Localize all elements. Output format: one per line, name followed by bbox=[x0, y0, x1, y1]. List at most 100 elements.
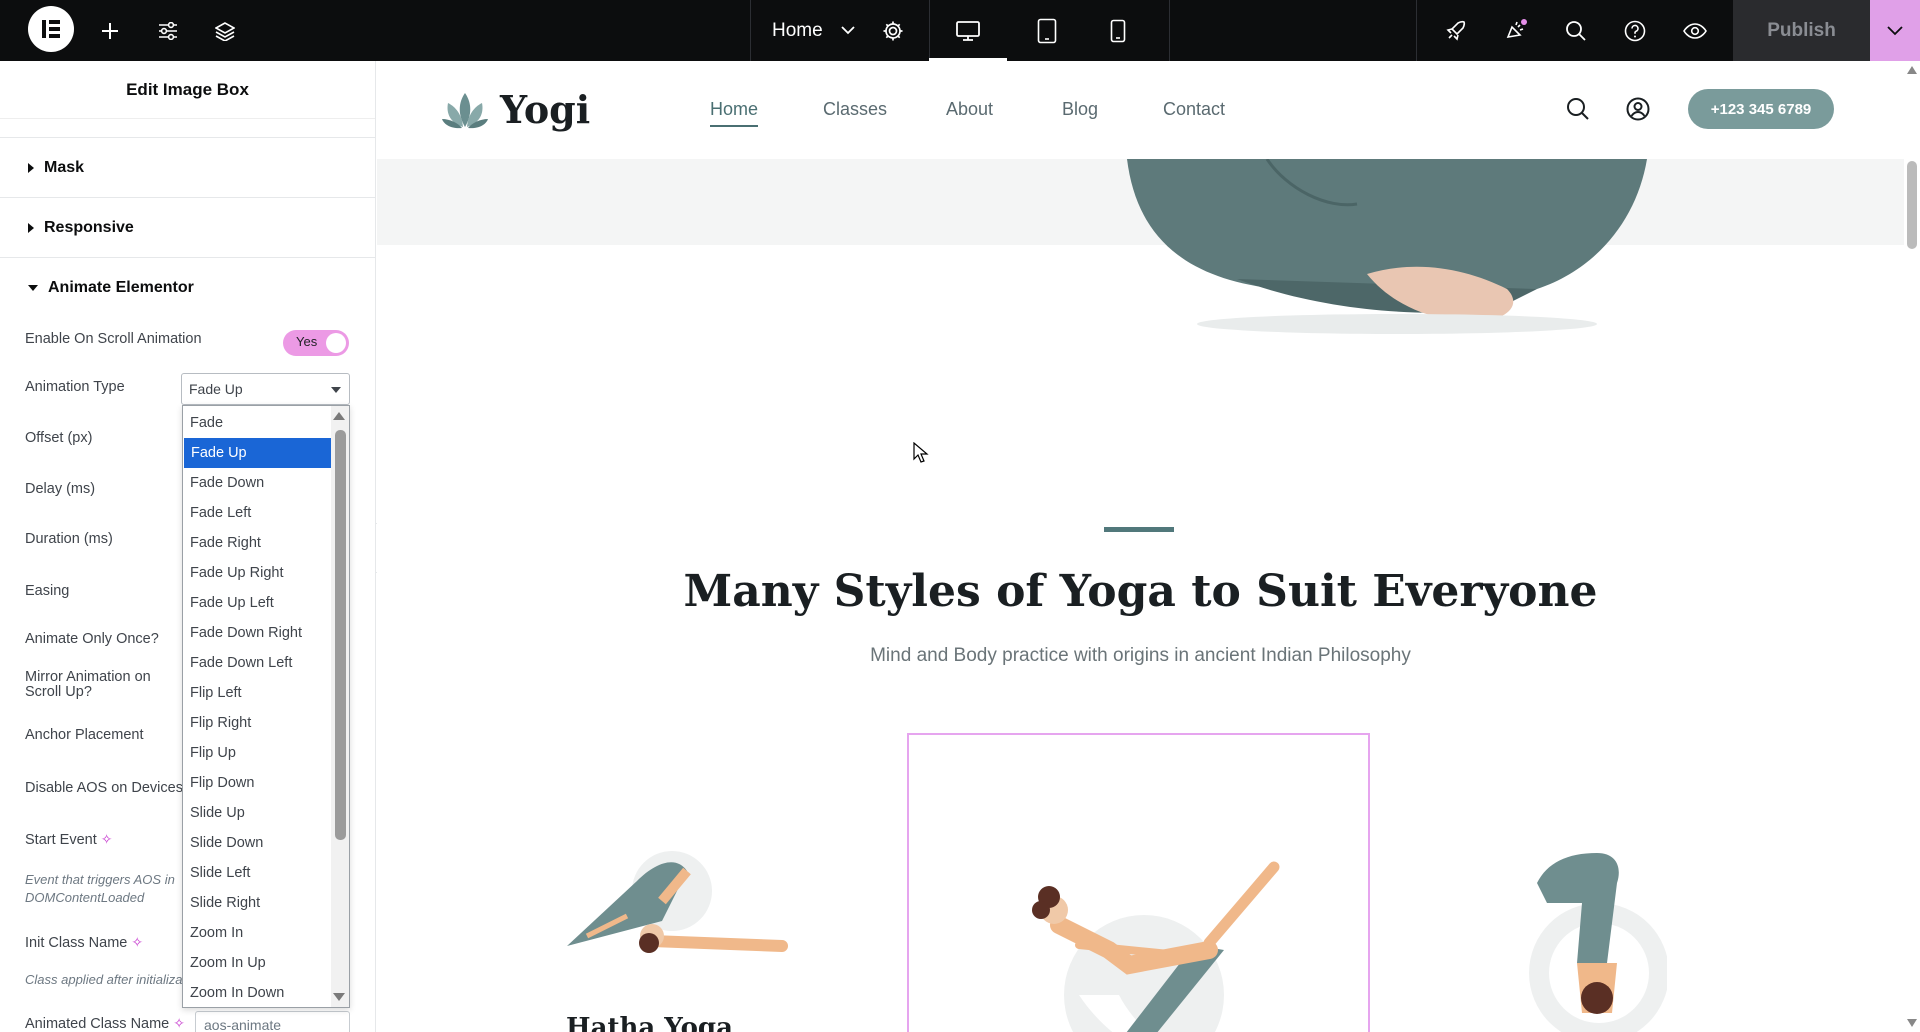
mirror-animation-label: Mirror Animation on Scroll Up? bbox=[25, 669, 151, 700]
pilates-yoga-illustration bbox=[1032, 861, 1280, 1032]
init-class-label: Init Class Name ✧ bbox=[25, 934, 143, 951]
scroll-up-arrow-icon[interactable] bbox=[333, 412, 345, 420]
section-responsive[interactable]: Responsive bbox=[0, 197, 375, 257]
enable-scroll-label: Enable On Scroll Animation bbox=[25, 331, 202, 347]
dropdown-option[interactable]: Fade Up Right bbox=[183, 558, 331, 588]
toolbar-divider bbox=[1169, 0, 1170, 61]
chevron-down-icon bbox=[1887, 25, 1903, 35]
toggle-label: Yes bbox=[296, 334, 318, 349]
easing-label: Easing bbox=[25, 583, 70, 599]
dropdown-option[interactable]: Fade Down Right bbox=[183, 618, 331, 648]
dropdown-option[interactable]: Zoom In bbox=[183, 918, 331, 948]
nav-home[interactable]: Home bbox=[710, 99, 759, 127]
animated-class-text: Animated Class Name bbox=[25, 1016, 170, 1032]
hatha-yoga-illustration bbox=[567, 851, 788, 953]
page-name: Home bbox=[772, 19, 823, 41]
section-mask[interactable]: Mask bbox=[0, 137, 375, 197]
mobile-icon[interactable] bbox=[1083, 0, 1153, 61]
mouse-pointer-icon bbox=[913, 442, 929, 463]
dropdown-option[interactable]: Fade Down bbox=[183, 468, 331, 498]
dropdown-option[interactable]: Fade Up Left bbox=[183, 588, 331, 618]
offset-label: Offset (px) bbox=[25, 430, 93, 446]
canvas-scrollbar[interactable] bbox=[1904, 61, 1920, 1032]
start-event-label: Start Event ✧ bbox=[25, 831, 112, 848]
scroll-down-arrow-icon[interactable] bbox=[333, 993, 345, 1001]
help-icon[interactable] bbox=[1615, 0, 1655, 61]
preview-eye-icon[interactable] bbox=[1675, 0, 1715, 61]
nav-classes[interactable]: Classes bbox=[823, 99, 887, 120]
notifications-icon[interactable] bbox=[1496, 0, 1536, 61]
ai-sparkle-icon[interactable]: ✧ bbox=[131, 934, 143, 950]
search-icon[interactable] bbox=[1556, 0, 1596, 61]
account-icon[interactable] bbox=[1626, 97, 1650, 121]
site-header: Yogi Home Classes About Blog Contact +12… bbox=[377, 61, 1904, 159]
dropdown-option[interactable]: Flip Left bbox=[183, 678, 331, 708]
rocket-icon[interactable] bbox=[1436, 0, 1476, 61]
animation-type-dropdown[interactable]: Fade Fade Up Fade Down Fade Left Fade Ri… bbox=[182, 405, 350, 1008]
editor-panel: Edit Image Box Mask Responsive Animate E… bbox=[0, 61, 376, 1032]
section-label: Animate Elementor bbox=[48, 278, 194, 296]
chevron-down-icon bbox=[841, 26, 855, 35]
site-settings-icon[interactable] bbox=[148, 0, 188, 61]
section-animate-elementor[interactable]: Animate Elementor bbox=[0, 257, 375, 317]
site-search-icon[interactable] bbox=[1566, 97, 1590, 121]
dropdown-option[interactable]: Flip Up bbox=[183, 738, 331, 768]
lotus-logo-icon bbox=[442, 92, 488, 128]
editor-top-bar: Home Publish bbox=[0, 0, 1920, 61]
phone-button[interactable]: +123 345 6789 bbox=[1688, 89, 1834, 129]
section-label: Mask bbox=[44, 158, 85, 176]
animation-type-select[interactable]: Fade Up bbox=[181, 373, 350, 405]
anchor-placement-label: Anchor Placement bbox=[25, 727, 144, 743]
disable-aos-label: Disable AOS on Devices bbox=[25, 780, 183, 796]
dropdown-scrollbar[interactable] bbox=[331, 406, 349, 1007]
select-arrow-icon bbox=[331, 387, 341, 393]
navigator-layers-icon[interactable] bbox=[205, 0, 245, 61]
desktop-icon[interactable] bbox=[929, 0, 1007, 61]
dropdown-option[interactable]: Slide Down bbox=[183, 828, 331, 858]
select-value: Fade Up bbox=[189, 381, 243, 397]
publish-options-button[interactable] bbox=[1870, 0, 1920, 61]
section-title: Many Styles of Yoga to Suit Everyone bbox=[683, 566, 1598, 617]
ai-sparkle-icon[interactable]: ✧ bbox=[101, 831, 113, 847]
dropdown-option[interactable]: Slide Left bbox=[183, 858, 331, 888]
toggle-knob bbox=[326, 333, 346, 353]
section-label: Responsive bbox=[44, 218, 134, 236]
nav-about[interactable]: About bbox=[946, 99, 993, 120]
dropdown-option[interactable]: Zoom In Down bbox=[183, 978, 331, 1008]
dropdown-option[interactable]: Slide Right bbox=[183, 888, 331, 918]
scroll-down-arrow-icon[interactable] bbox=[1907, 1019, 1917, 1027]
dropdown-option[interactable]: Slide Up bbox=[183, 798, 331, 828]
caret-down-icon bbox=[28, 284, 38, 291]
inversion-yoga-illustration bbox=[1529, 853, 1667, 1032]
animate-once-label: Animate Only Once? bbox=[25, 631, 159, 647]
ai-sparkle-icon[interactable]: ✧ bbox=[173, 1015, 185, 1031]
enable-scroll-toggle[interactable]: Yes bbox=[283, 330, 349, 356]
start-event-text: Start Event bbox=[25, 832, 97, 848]
dropdown-option[interactable]: Fade Down Left bbox=[183, 648, 331, 678]
dropdown-option[interactable]: Fade bbox=[183, 408, 331, 438]
elementor-logo-icon[interactable] bbox=[28, 5, 74, 52]
dropdown-option[interactable]: Fade Right bbox=[183, 528, 331, 558]
publish-button[interactable]: Publish bbox=[1733, 0, 1870, 61]
scroll-up-arrow-icon[interactable] bbox=[1907, 66, 1917, 74]
animation-type-label: Animation Type bbox=[25, 379, 125, 395]
dropdown-option[interactable]: Zoom In Up bbox=[183, 948, 331, 978]
dropdown-option[interactable]: Flip Right bbox=[183, 708, 331, 738]
settings-gear-icon[interactable] bbox=[873, 0, 913, 61]
site-logo[interactable]: Yogi bbox=[442, 87, 590, 132]
duration-label: Duration (ms) bbox=[25, 531, 113, 547]
add-icon[interactable] bbox=[90, 0, 130, 61]
scrollbar-thumb[interactable] bbox=[335, 430, 346, 840]
dropdown-option[interactable]: Flip Down bbox=[183, 768, 331, 798]
dropdown-option[interactable]: Fade Left bbox=[183, 498, 331, 528]
scrollbar-thumb[interactable] bbox=[1907, 161, 1917, 249]
selected-image-box[interactable] bbox=[907, 733, 1370, 1032]
caret-right-icon bbox=[28, 162, 34, 173]
nav-contact[interactable]: Contact bbox=[1163, 99, 1225, 120]
section-divider bbox=[1104, 527, 1174, 532]
caret-right-icon bbox=[28, 222, 34, 233]
animated-class-input[interactable]: aos-animate bbox=[195, 1011, 350, 1032]
nav-blog[interactable]: Blog bbox=[1062, 99, 1098, 120]
dropdown-option-selected[interactable]: Fade Up bbox=[184, 438, 332, 468]
tablet-icon[interactable] bbox=[1012, 0, 1082, 61]
